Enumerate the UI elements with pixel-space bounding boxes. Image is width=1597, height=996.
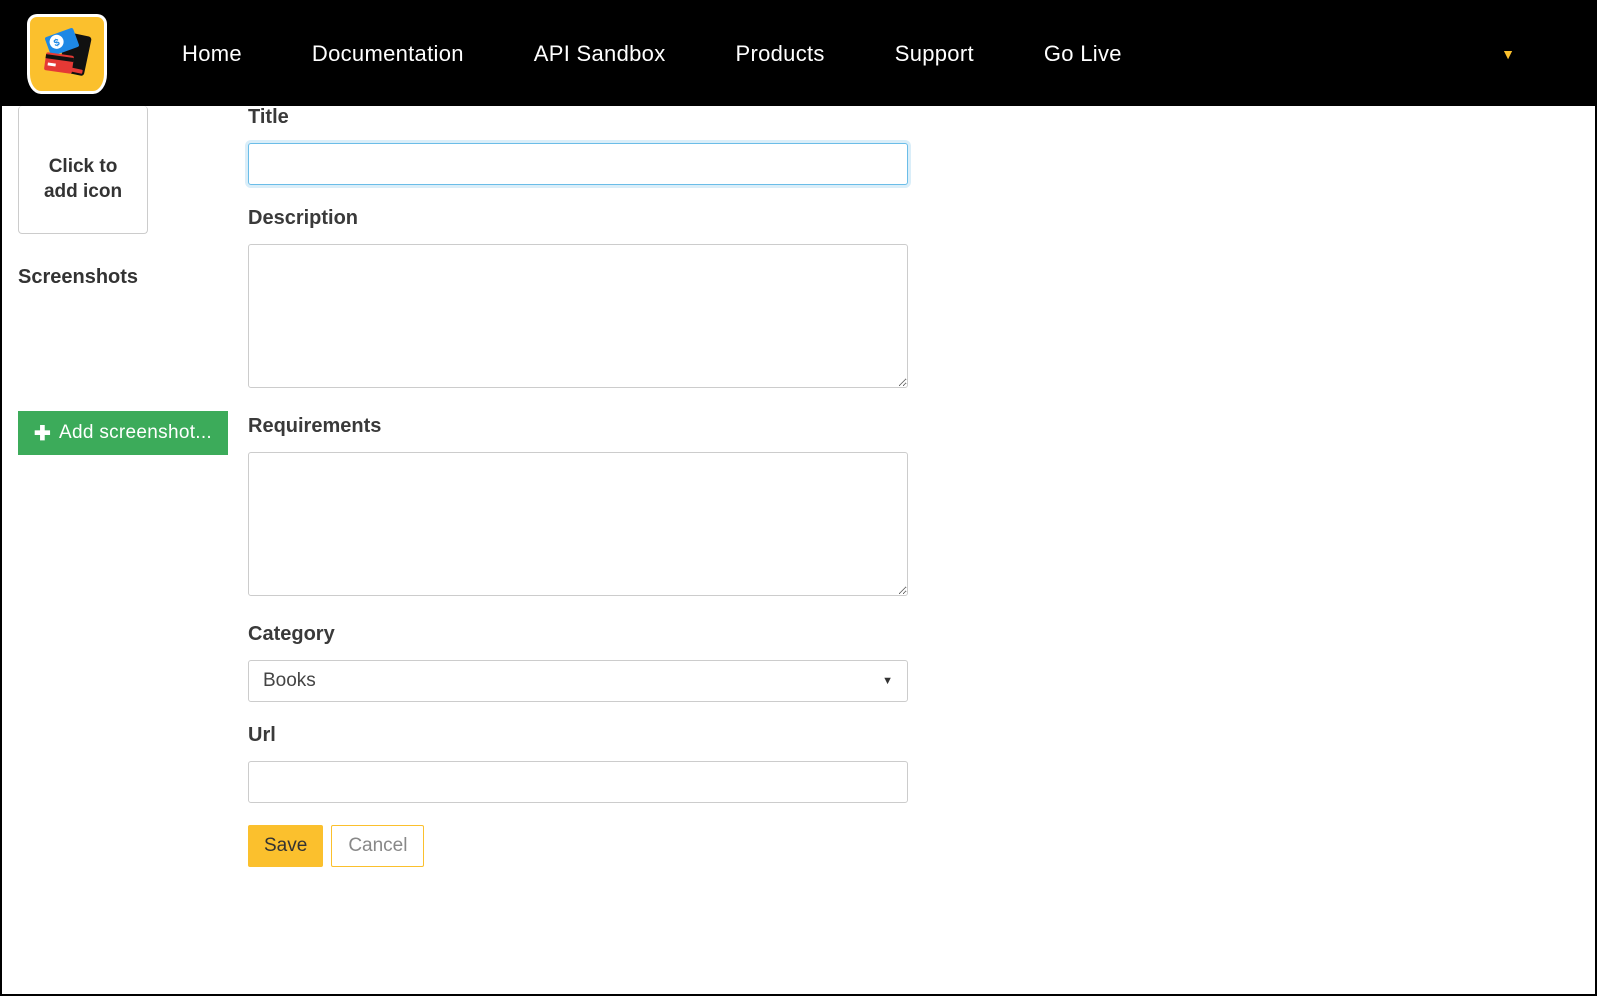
- user-menu-dropdown[interactable]: ▼: [1501, 46, 1515, 62]
- category-select[interactable]: Books: [248, 660, 908, 702]
- category-selected-value: Books: [263, 670, 316, 692]
- brand-logo[interactable]: $: [27, 14, 107, 94]
- icon-upload-dropzone[interactable]: Click to add icon: [18, 106, 148, 234]
- plus-icon: ✚: [34, 421, 51, 446]
- category-label: Category: [248, 623, 928, 646]
- icon-upload-label: Click to add icon: [33, 154, 133, 205]
- title-input[interactable]: [248, 143, 908, 185]
- nav-link-go-live[interactable]: Go Live: [1044, 41, 1122, 67]
- add-screenshot-label: Add screenshot...: [59, 422, 212, 444]
- screenshots-heading: Screenshots: [18, 266, 248, 289]
- requirements-label: Requirements: [248, 415, 928, 438]
- main-nav: Home Documentation API Sandbox Products …: [182, 41, 1122, 67]
- nav-link-home[interactable]: Home: [182, 41, 242, 67]
- description-textarea[interactable]: [248, 244, 908, 388]
- url-input[interactable]: [248, 761, 908, 803]
- nav-link-documentation[interactable]: Documentation: [312, 41, 464, 67]
- top-nav-bar: $ Home Documentation API Sandbox Product…: [2, 2, 1595, 106]
- description-label: Description: [248, 207, 928, 230]
- requirements-textarea[interactable]: [248, 452, 908, 596]
- payment-logo-icon: $: [37, 24, 97, 84]
- nav-link-support[interactable]: Support: [895, 41, 974, 67]
- cancel-button[interactable]: Cancel: [331, 825, 424, 867]
- nav-link-api-sandbox[interactable]: API Sandbox: [534, 41, 666, 67]
- nav-link-products[interactable]: Products: [736, 41, 825, 67]
- save-button[interactable]: Save: [248, 825, 323, 867]
- add-screenshot-button[interactable]: ✚ Add screenshot...: [18, 411, 228, 455]
- url-label: Url: [248, 724, 928, 747]
- title-label: Title: [248, 106, 928, 129]
